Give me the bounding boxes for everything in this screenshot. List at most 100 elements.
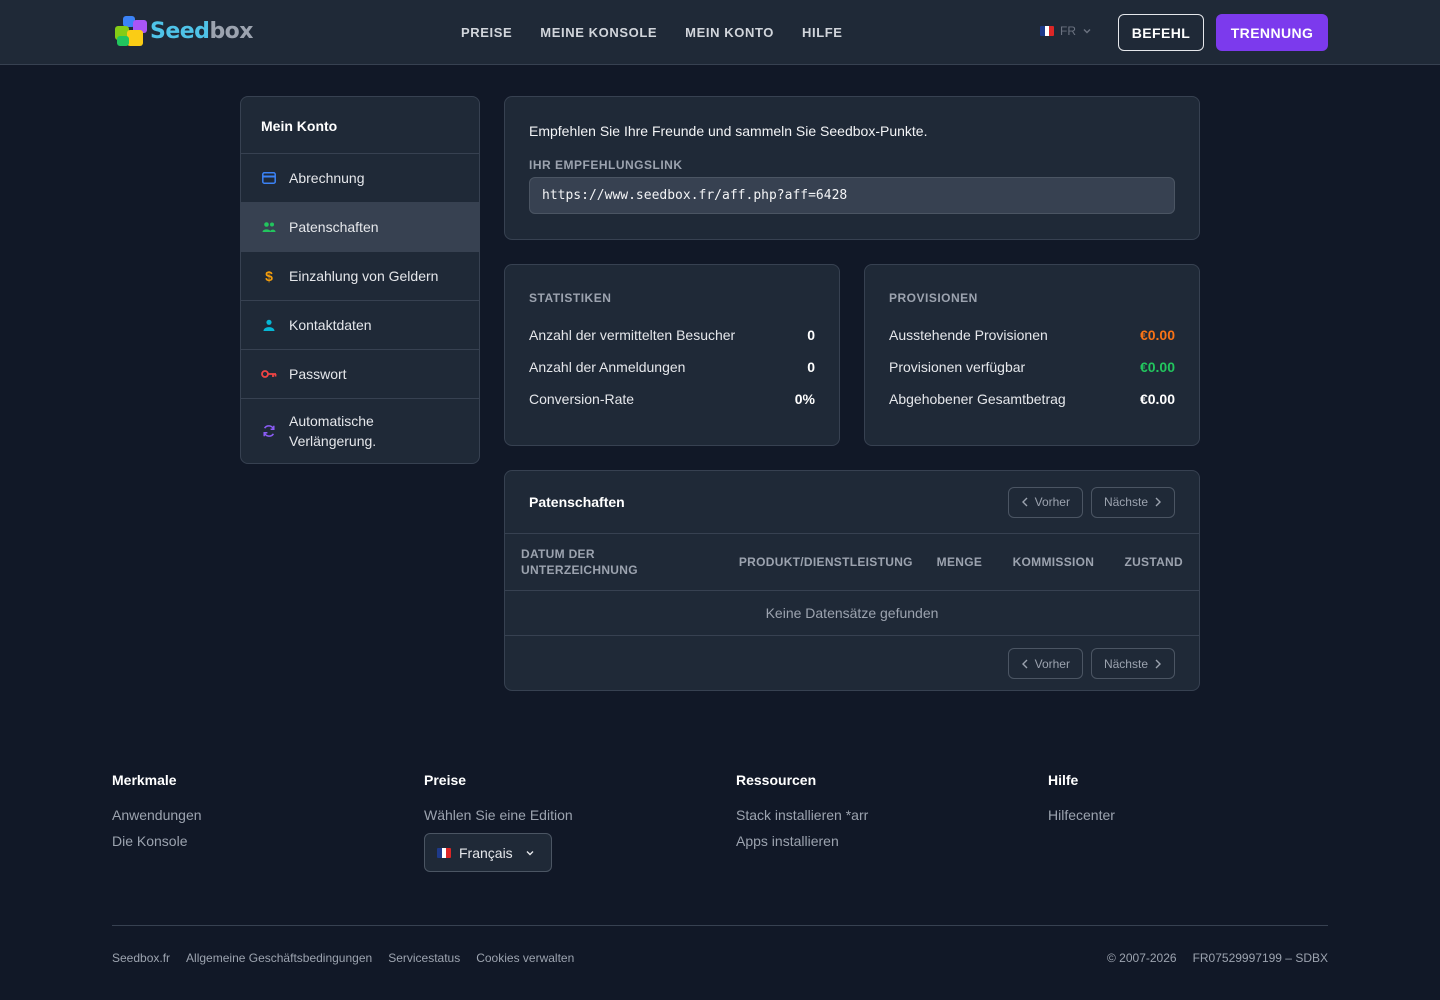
footer-col-title: Hilfe — [1048, 772, 1079, 788]
col-status: ZUSTAND — [1124, 555, 1183, 569]
empty-state-message: Keine Datensätze gefunden — [505, 591, 1199, 636]
table-column-headers: DATUM DER UNTERZEICHNUNG PRODUKT/DIENSTL… — [505, 534, 1199, 591]
pagination-top: Vorher Nächste — [1007, 486, 1175, 518]
key-icon — [261, 366, 277, 382]
prev-button[interactable]: Vorher — [1007, 486, 1083, 518]
col-product: PRODUKT/DIENSTLEISTUNG — [738, 555, 913, 569]
table-footer: Vorher Nächste — [505, 636, 1199, 690]
footer-link-applications[interactable]: Anwendungen — [112, 807, 424, 823]
sidebar-item-label: Passwort — [289, 366, 347, 382]
referrals-table-title: Patenschaften — [529, 494, 625, 510]
footer-col-title: Merkmale — [112, 772, 177, 788]
nav-help[interactable]: HILFE — [802, 25, 843, 40]
referral-link-input[interactable] — [529, 177, 1175, 214]
chevron-down-icon — [526, 850, 534, 855]
pagination-bottom: Vorher Nächste — [1007, 648, 1175, 679]
footer-link-install-apps[interactable]: Apps installieren — [736, 833, 1048, 849]
footer-legal-links: Seedbox.fr Allgemeine Geschäftsbedingung… — [112, 951, 574, 965]
sidebar-item-label: Abrechnung — [289, 170, 365, 186]
stat-row: Anzahl der Anmeldungen 0 — [529, 351, 815, 383]
dollar-icon: $ — [265, 268, 273, 284]
stat-row: Conversion-Rate 0% — [529, 383, 815, 415]
col-signup-date: DATUM DER UNTERZEICHNUNG — [521, 547, 638, 577]
language-select-value: Français — [459, 844, 513, 861]
sidebar-item-auto-renewal[interactable]: Automatische Verlängerung. — [241, 399, 479, 463]
sidebar-item-referrals[interactable]: Patenschaften — [241, 203, 479, 252]
stat-value: 0 — [807, 327, 815, 343]
footer-col-help: Hilfe Hilfecenter — [1048, 772, 1328, 872]
stat-value: 0% — [794, 391, 815, 407]
language-code: FR — [1060, 24, 1076, 38]
footer-link-status[interactable]: Servicestatus — [388, 951, 460, 965]
next-label: Nächste — [1103, 656, 1148, 671]
referral-link-label: IHR EMPFEHLUNGSLINK — [529, 158, 683, 172]
main-nav: PREISE MEINE KONSOLE MEIN KONTO HILFE — [461, 0, 843, 64]
footer-link-help-center[interactable]: Hilfecenter — [1048, 807, 1328, 823]
copyright-text: © 2007-2026 — [1107, 950, 1177, 965]
prev-label: Vorher — [1034, 656, 1070, 671]
footer-language-select[interactable]: Français — [424, 833, 552, 872]
refresh-icon — [261, 423, 277, 439]
french-flag-icon — [437, 847, 451, 858]
footer-link-install-stack[interactable]: Stack installieren *arr — [736, 807, 1048, 823]
chevron-left-icon — [1021, 497, 1028, 507]
top-header: Seedbox PREISE MEINE KONSOLE MEIN KONTO … — [0, 0, 1440, 65]
commission-value-pending: €0.00 — [1139, 327, 1175, 343]
sidebar-item-deposit[interactable]: $ Einzahlung von Geldern — [241, 252, 479, 301]
stat-label: Anzahl der vermittelten Besucher — [529, 327, 736, 343]
footer-col-features: Merkmale Anwendungen Die Konsole — [112, 772, 424, 872]
commission-value-available: €0.00 — [1139, 359, 1175, 375]
order-button[interactable]: BEFEHL — [1118, 14, 1204, 51]
referrals-table-card: Patenschaften Vorher Nächste DATUM DER U… — [504, 470, 1200, 691]
seedbox-logo[interactable]: Seedbox — [113, 14, 253, 48]
users-icon — [261, 219, 277, 235]
next-label: Nächste — [1103, 495, 1148, 509]
commission-row: Abgehobener Gesamtbetrag €0.00 — [889, 383, 1175, 415]
user-icon — [261, 317, 277, 333]
footer-col-resources: Ressourcen Stack installieren *arr Apps … — [736, 772, 1048, 872]
chevron-left-icon — [1021, 659, 1028, 668]
logo-cubes-icon — [113, 14, 149, 48]
prev-button[interactable]: Vorher — [1007, 648, 1083, 679]
sidebar-item-password[interactable]: Passwort — [241, 350, 479, 399]
table-header-bar: Patenschaften Vorher Nächste — [505, 471, 1199, 534]
sidebar-item-label: Patenschaften — [289, 219, 379, 235]
referral-link-card: Empfehlen Sie Ihre Freunde und sammeln S… — [504, 96, 1200, 240]
company-id-text: FR07529997199 – SDBX — [1192, 950, 1328, 965]
nav-account[interactable]: MEIN KONTO — [685, 25, 774, 40]
logout-button[interactable]: TRENNUNG — [1216, 14, 1328, 51]
commission-row: Provisionen verfügbar €0.00 — [889, 351, 1175, 383]
chevron-right-icon — [1155, 659, 1161, 668]
statistics-card: STATISTIKEN Anzahl der vermittelten Besu… — [504, 264, 840, 446]
commission-label: Abgehobener Gesamtbetrag — [889, 391, 1066, 407]
language-switcher[interactable]: FR — [1040, 24, 1092, 38]
chevron-right-icon — [1155, 497, 1161, 507]
commission-row: Ausstehende Provisionen €0.00 — [889, 319, 1175, 351]
stat-value: 0 — [807, 359, 815, 375]
commission-label: Ausstehende Provisionen — [889, 327, 1048, 343]
stat-row: Anzahl der vermittelten Besucher 0 — [529, 319, 815, 351]
next-button[interactable]: Nächste — [1090, 486, 1175, 518]
sidebar-title: Mein Konto — [241, 97, 479, 154]
sidebar-item-billing[interactable]: Abrechnung — [241, 154, 479, 203]
sidebar-item-contact[interactable]: Kontaktdaten — [241, 301, 479, 350]
credit-card-icon — [261, 170, 277, 186]
footer-link-cookies[interactable]: Cookies verwalten — [476, 951, 574, 965]
col-commission: KOMMISSION — [1012, 555, 1095, 569]
footer-col-title: Ressourcen — [736, 772, 817, 788]
col-quantity: MENGE — [936, 555, 983, 569]
footer-link-home[interactable]: Seedbox.fr — [112, 951, 170, 965]
sidebar-item-label: Automatische Verlängerung. — [289, 413, 377, 449]
stat-label: Conversion-Rate — [529, 391, 635, 407]
footer-link-console[interactable]: Die Konsole — [112, 833, 424, 849]
account-sidebar: Mein Konto Abrechnung Patenschaften $ Ei… — [240, 96, 480, 464]
nav-console[interactable]: MEINE KONSOLE — [540, 25, 657, 40]
footer-link-terms[interactable]: Allgemeine Geschäftsbedingungen — [186, 951, 372, 965]
commission-value-withdrawn: €0.00 — [1139, 391, 1175, 407]
footer-link-choose-edition[interactable]: Wählen Sie eine Edition — [424, 807, 736, 823]
logo-text: Seedbox — [150, 18, 253, 44]
commissions-title: PROVISIONEN — [889, 291, 978, 305]
french-flag-icon — [1040, 26, 1054, 36]
nav-pricing[interactable]: PREISE — [461, 25, 512, 40]
next-button[interactable]: Nächste — [1090, 648, 1175, 679]
